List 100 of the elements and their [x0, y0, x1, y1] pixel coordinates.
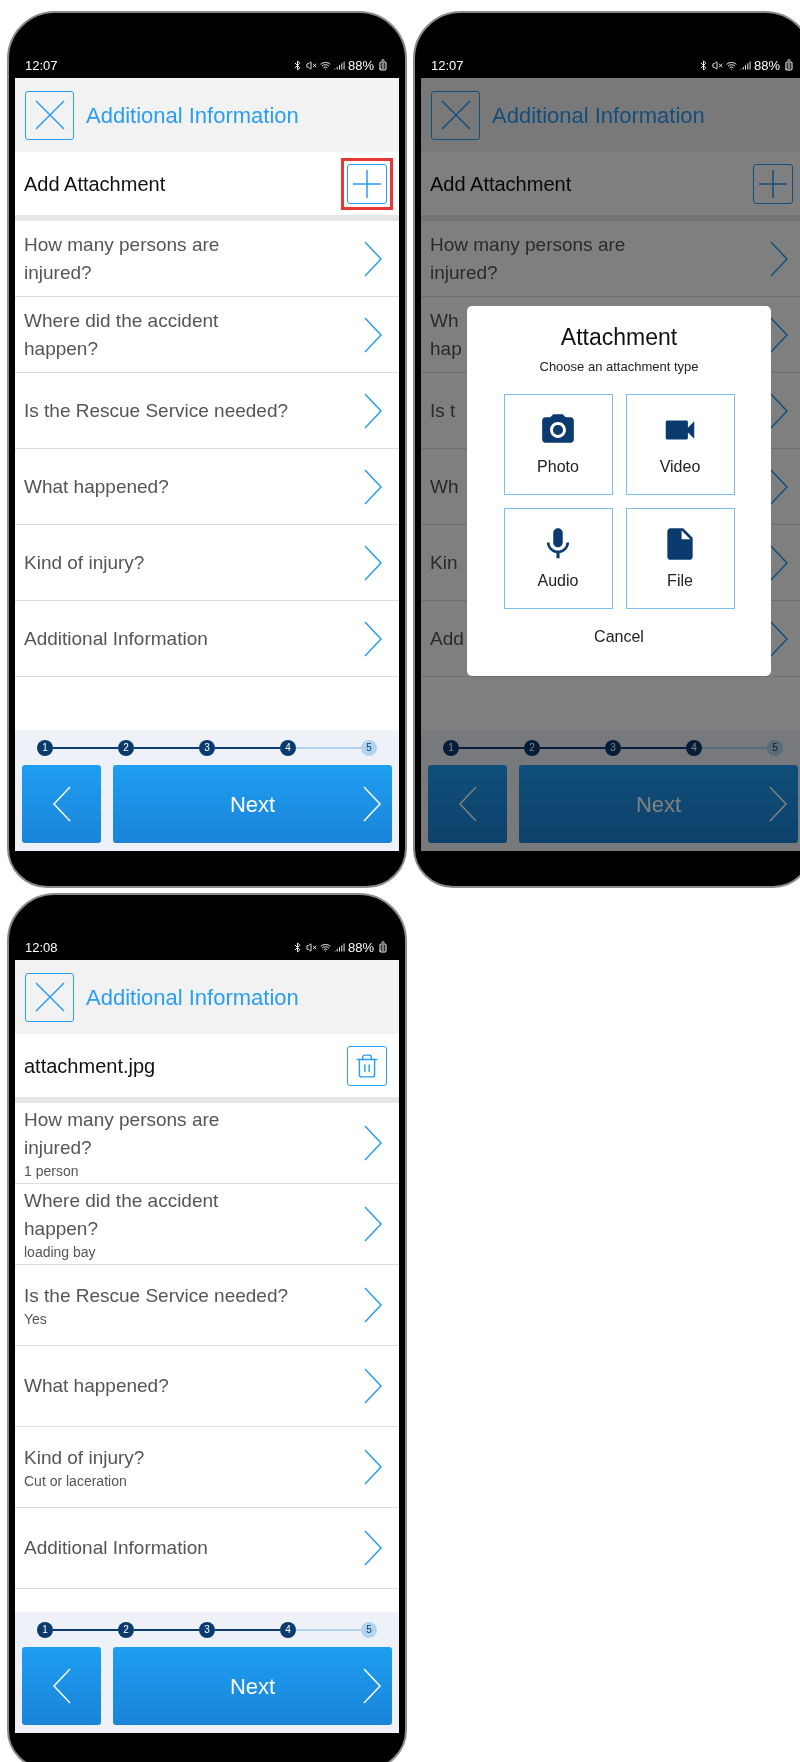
plus-icon	[351, 167, 383, 200]
close-icon	[33, 981, 66, 1013]
question-text: How many persons are	[24, 232, 220, 257]
cancel-button[interactable]: Cancel	[594, 625, 644, 649]
question-row[interactable]: What happened?	[15, 1346, 399, 1427]
answer-text: Cut or laceration	[24, 1472, 128, 1490]
trash-icon	[354, 1052, 380, 1079]
answer-text: Yes	[24, 1310, 48, 1328]
chevron-right-icon	[363, 1286, 383, 1324]
dialog-title: Attachment	[560, 323, 678, 352]
chevron-right-icon	[363, 391, 383, 430]
back-button[interactable]	[22, 765, 101, 843]
wifi-icon	[319, 941, 331, 953]
question-text: Kind of injury?	[24, 550, 145, 575]
question-text: Additional Information	[24, 1536, 208, 1560]
attachment-option[interactable]: Video	[625, 394, 735, 495]
chevron-right-icon	[362, 1667, 382, 1705]
chevron-right-icon	[363, 1205, 383, 1243]
question-row[interactable]: Additional Information	[15, 601, 399, 677]
add-attachment-button[interactable]	[347, 163, 387, 204]
question-text: Kind of injury?	[24, 1446, 145, 1470]
question-text: Where did the accident	[24, 308, 219, 333]
chevron-right-icon	[363, 1367, 383, 1405]
question-text: Kin	[430, 550, 458, 575]
question-row[interactable]: How many persons are injured?	[421, 221, 800, 297]
question-text: happen?	[24, 1217, 99, 1241]
question-row[interactable]: How many persons are injured?	[15, 221, 399, 297]
close-icon	[439, 99, 472, 131]
attachment-option[interactable]: File	[625, 508, 735, 609]
page-title: Additional Information	[86, 983, 299, 1012]
attachment-option[interactable]: Audio	[503, 508, 613, 609]
chevron-left-icon	[457, 785, 478, 823]
question-text: Wh	[430, 474, 459, 499]
chevron-left-icon	[51, 785, 72, 823]
answer-text: loading bay	[24, 1243, 97, 1261]
close-button[interactable]	[25, 972, 74, 1022]
question-row[interactable]: Kind of injury? Cut or laceration	[15, 1427, 399, 1508]
page-title: Additional Information	[86, 101, 299, 130]
question-text: How many persons are	[430, 232, 626, 257]
chevron-right-icon	[769, 619, 789, 658]
question-text: What happened?	[24, 474, 169, 499]
attachment-label: Add Attachment	[430, 171, 572, 197]
question-text: Is the Rescue Service needed?	[24, 398, 289, 423]
mute-icon	[305, 941, 317, 953]
close-button[interactable]	[25, 90, 74, 140]
attachment-label: Add Attachment	[24, 171, 166, 197]
question-row[interactable]: Is the Rescue Service needed? Yes	[15, 1265, 399, 1346]
chevron-right-icon	[769, 543, 789, 582]
close-icon	[33, 99, 66, 131]
dialog-subtitle: Choose an attachment type	[539, 357, 699, 376]
signal-icon	[739, 59, 751, 71]
chevron-right-icon	[769, 391, 789, 430]
signal-icon	[333, 59, 345, 71]
question-text: Wh	[430, 308, 460, 333]
question-text: Where did the accident	[24, 1189, 219, 1213]
battery-percent: 88%	[347, 56, 374, 75]
chevron-right-icon	[363, 619, 383, 658]
page-title: Additional Information	[492, 101, 705, 130]
chevron-right-icon	[363, 543, 383, 582]
battery-percent: 88%	[347, 938, 374, 957]
mute-icon	[711, 59, 723, 71]
chevron-right-icon	[363, 315, 383, 354]
chevron-left-icon	[51, 1667, 72, 1705]
question-row[interactable]: Where did the accident happen?	[15, 297, 399, 373]
question-text: happen?	[24, 336, 99, 361]
wifi-icon	[725, 59, 737, 71]
chevron-right-icon	[363, 239, 383, 278]
chevron-right-icon	[768, 785, 788, 823]
question-text: injured?	[430, 260, 499, 285]
question-row[interactable]: Kind of injury?	[15, 525, 399, 601]
signal-icon	[333, 941, 345, 953]
close-button[interactable]	[431, 90, 480, 140]
question-row[interactable]: How many persons are injured? 1 person	[15, 1103, 399, 1184]
question-row[interactable]: Is the Rescue Service needed?	[15, 373, 399, 449]
chevron-right-icon	[363, 467, 383, 506]
question-row[interactable]: What happened?	[15, 449, 399, 525]
chevron-right-icon	[363, 1448, 383, 1486]
attachment-option[interactable]: Photo	[503, 394, 613, 495]
chevron-right-icon	[769, 239, 789, 278]
back-button[interactable]	[428, 765, 507, 843]
question-text: hap	[430, 336, 462, 361]
chevron-right-icon	[363, 1529, 383, 1567]
add-attachment-button[interactable]	[753, 163, 793, 204]
question-text: Add	[430, 626, 464, 651]
attachment-label: attachment.jpg	[24, 1053, 156, 1079]
question-text: Is the Rescue Service needed?	[24, 1284, 289, 1308]
question-text: Additional Information	[24, 626, 208, 651]
battery-percent: 88%	[753, 56, 780, 75]
chevron-right-icon	[769, 467, 789, 506]
status-time: 12:07	[431, 56, 464, 75]
back-button[interactable]	[22, 1647, 101, 1725]
wifi-icon	[319, 59, 331, 71]
question-text: How many persons are	[24, 1108, 220, 1132]
battery-icon	[783, 59, 795, 72]
question-row[interactable]: Where did the accident happen? loading bay	[15, 1184, 399, 1265]
plus-icon	[757, 167, 789, 200]
battery-icon	[377, 941, 389, 954]
status-time: 12:08	[25, 938, 58, 957]
delete-button[interactable]	[347, 1045, 387, 1086]
question-row[interactable]: Additional Information	[15, 1508, 399, 1589]
